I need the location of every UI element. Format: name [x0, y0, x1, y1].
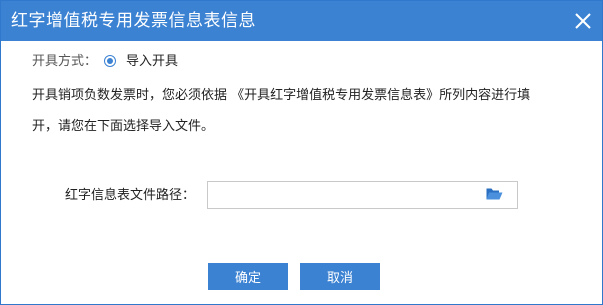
radio-selected-dot — [107, 58, 113, 64]
notice-text-line2: 开，请您在下面选择导入文件。 — [32, 119, 215, 134]
notice-text-line1: 开具销项负数发票时，您必须依据 《开具红字增值税专用发票信息表》所列内容进行填 — [32, 88, 531, 103]
folder-open-icon[interactable] — [486, 186, 503, 201]
confirm-button[interactable]: 确定 — [208, 263, 288, 290]
dialog-title: 红字增值税专用发票信息表信息 — [11, 11, 256, 31]
cancel-button[interactable]: 取消 — [300, 263, 380, 290]
import-issue-radio-label[interactable]: 导入开具 — [126, 53, 178, 71]
dialog-titlebar: 红字增值税专用发票信息表信息 — [1, 1, 602, 41]
red-invoice-info-dialog: 红字增值税专用发票信息表信息 开具方式： 导入开具 开具销项负数发票时，您必须依… — [0, 0, 603, 305]
file-path-input[interactable] — [207, 181, 518, 209]
file-path-label: 红字信息表文件路径： — [65, 188, 196, 203]
issue-mode-label: 开具方式： — [32, 54, 98, 69]
import-issue-radio[interactable] — [104, 55, 116, 67]
close-icon[interactable] — [572, 10, 594, 32]
